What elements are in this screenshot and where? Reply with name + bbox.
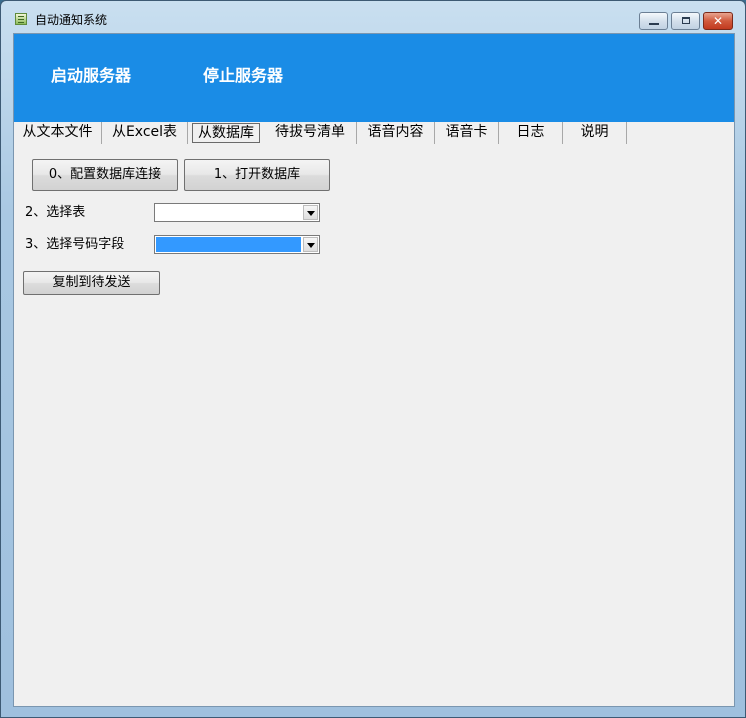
app-window: 自动通知系统 ✕ 启动服务器 停止服务器 从文本文件 从Excel表 从数据库 … (0, 0, 746, 718)
tab-help[interactable]: 说明 (563, 122, 627, 144)
server-toolbar: 启动服务器 停止服务器 (14, 34, 734, 122)
maximize-icon (682, 17, 690, 24)
window-title: 自动通知系统 (35, 13, 108, 27)
stop-server-button[interactable]: 停止服务器 (203, 66, 283, 86)
minimize-button[interactable] (639, 12, 668, 30)
tab-text-file[interactable]: 从文本文件 (14, 122, 102, 144)
spreadsheet-app-icon (15, 13, 27, 25)
tab-voice-content[interactable]: 语音内容 (357, 122, 435, 144)
tab-database[interactable]: 从数据库 (192, 123, 260, 143)
tab-excel[interactable]: 从Excel表 (102, 122, 188, 144)
maximize-button[interactable] (671, 12, 700, 30)
open-database-button[interactable]: 1、打开数据库 (184, 159, 330, 191)
client-area: 启动服务器 停止服务器 从文本文件 从Excel表 从数据库 待拔号清单 语音内… (13, 33, 735, 707)
number-field-select-value (156, 237, 301, 252)
title-bar[interactable]: 自动通知系统 ✕ (1, 1, 745, 33)
database-panel: 0、配置数据库连接 1、打开数据库 2、选择表 3、选择号码字段 复制到待发送 (14, 146, 734, 706)
config-db-connection-button[interactable]: 0、配置数据库连接 (32, 159, 178, 191)
copy-to-outbox-button[interactable]: 复制到待发送 (23, 271, 160, 295)
select-number-field-label: 3、选择号码字段 (25, 237, 125, 252)
start-server-button[interactable]: 启动服务器 (51, 66, 131, 86)
close-button[interactable]: ✕ (703, 12, 733, 30)
close-icon: ✕ (712, 14, 724, 28)
tab-strip: 从文本文件 从Excel表 从数据库 待拔号清单 语音内容 语音卡 日志 说明 (14, 122, 734, 146)
tab-voice-card[interactable]: 语音卡 (435, 122, 499, 144)
select-table-label: 2、选择表 (25, 205, 86, 220)
minimize-icon (649, 23, 659, 25)
table-select[interactable] (154, 203, 320, 222)
chevron-down-icon[interactable] (303, 205, 318, 220)
tab-log[interactable]: 日志 (499, 122, 563, 144)
tab-dial-list[interactable]: 待拔号清单 (264, 122, 357, 144)
window-controls: ✕ (636, 12, 733, 30)
table-select-value (156, 205, 301, 220)
chevron-down-icon[interactable] (303, 237, 318, 252)
number-field-select[interactable] (154, 235, 320, 254)
